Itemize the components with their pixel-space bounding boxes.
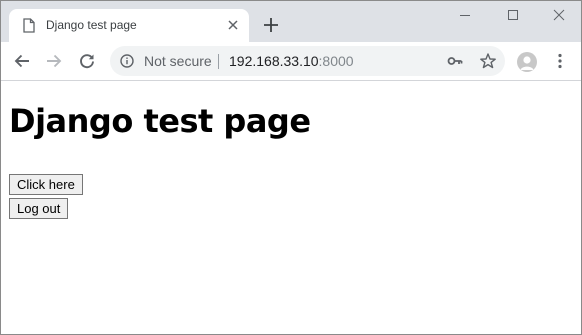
page-heading: Django test page bbox=[9, 102, 311, 140]
plus-icon[interactable] bbox=[262, 16, 280, 34]
click-here-button[interactable]: Click here bbox=[9, 174, 83, 195]
close-window-icon[interactable] bbox=[551, 7, 567, 23]
profile-icon[interactable] bbox=[517, 52, 537, 72]
close-icon[interactable] bbox=[227, 19, 239, 31]
reload-icon[interactable] bbox=[78, 52, 96, 70]
key-icon[interactable] bbox=[447, 53, 463, 69]
omnibox-divider bbox=[218, 54, 219, 69]
log-out-button[interactable]: Log out bbox=[9, 198, 69, 219]
address-bar[interactable]: Not secure 192.168.33.10:8000 bbox=[110, 46, 505, 76]
tab-strip: Django test page bbox=[1, 1, 581, 42]
tab-active[interactable]: Django test page bbox=[9, 9, 249, 42]
maximize-icon[interactable] bbox=[505, 7, 521, 23]
browser-window: Django test page Not secure 192.168.33.1… bbox=[0, 0, 582, 335]
star-icon[interactable] bbox=[479, 52, 497, 70]
toolbar: Not secure 192.168.33.10:8000 bbox=[1, 42, 581, 81]
security-label[interactable]: Not secure bbox=[144, 53, 212, 69]
back-arrow-icon[interactable] bbox=[13, 52, 31, 70]
tab-title: Django test page bbox=[46, 18, 137, 32]
page-content: Django test page Click here Log out bbox=[1, 81, 581, 334]
info-icon[interactable] bbox=[120, 54, 134, 68]
forward-arrow-icon[interactable] bbox=[45, 52, 63, 70]
url-port: :8000 bbox=[318, 53, 354, 69]
url-text[interactable]: 192.168.33.10:8000 bbox=[229, 53, 354, 69]
more-vert-icon[interactable] bbox=[553, 52, 567, 70]
url-host: 192.168.33.10 bbox=[229, 53, 319, 69]
page-icon bbox=[23, 18, 35, 33]
minimize-icon[interactable] bbox=[457, 7, 473, 23]
